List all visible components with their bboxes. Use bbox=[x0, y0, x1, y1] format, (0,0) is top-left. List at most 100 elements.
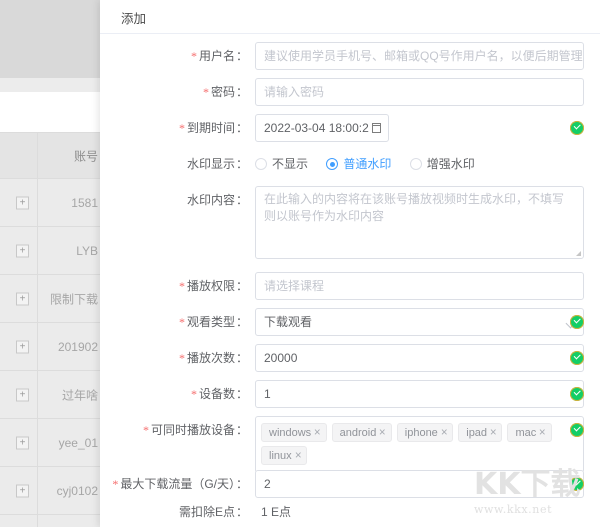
device-tag-label: windows bbox=[269, 427, 312, 439]
watermark-display-radio-group: 不显示 普通水印 增强水印 bbox=[255, 150, 490, 178]
device-tag[interactable]: mac × bbox=[507, 423, 552, 444]
column-divider bbox=[37, 323, 38, 370]
column-divider bbox=[37, 515, 38, 527]
page-top-overlay bbox=[0, 0, 100, 78]
close-icon[interactable]: × bbox=[314, 424, 321, 444]
valid-check-icon bbox=[570, 315, 584, 329]
watch-type-select[interactable]: 下载观看 bbox=[255, 308, 584, 336]
table-row[interactable]: + 过年啥 bbox=[0, 371, 100, 419]
account-value: LYB bbox=[76, 243, 98, 258]
column-divider bbox=[37, 227, 38, 274]
table-row[interactable]: + yee_01 bbox=[0, 419, 100, 467]
device-tag-label: mac bbox=[515, 427, 537, 439]
account-value: cyj0102 bbox=[56, 483, 98, 498]
device-tag[interactable]: android × bbox=[331, 423, 392, 444]
required-marker: * bbox=[112, 477, 119, 491]
device-tag-label: linux bbox=[269, 450, 292, 462]
dialog-body: * 用户名： 建议使用学员手机号、邮箱或QQ号作用户名，以便后期管理 * 密码： 请… bbox=[100, 34, 600, 527]
expire-time-value: 2022-03-04 18:00:2 bbox=[264, 121, 369, 135]
expand-row-icon[interactable]: + bbox=[16, 196, 29, 209]
resize-handle-icon[interactable] bbox=[576, 251, 581, 256]
username-input[interactable]: 建议使用学员手机号、邮箱或QQ号作用户名，以便后期管理 bbox=[255, 42, 584, 70]
table-header-row: 账号 bbox=[0, 133, 100, 179]
device-tag[interactable]: ipad × bbox=[458, 423, 503, 444]
required-marker: * bbox=[178, 121, 185, 135]
radio-normal-watermark[interactable]: 普通水印 bbox=[326, 150, 391, 178]
add-account-dialog: 添加 * 用户名： 建议使用学员手机号、邮箱或QQ号作用户名，以便后期管理 * 密码… bbox=[100, 0, 600, 527]
valid-check-icon bbox=[570, 477, 584, 491]
radio-no-watermark[interactable]: 不显示 bbox=[255, 150, 308, 178]
radio-dot bbox=[326, 158, 339, 170]
password-input-wrap: 请输入密码 bbox=[255, 78, 584, 106]
table-row[interactable]: + cyk102 bbox=[0, 515, 100, 527]
toolbar: 添加账号 批 bbox=[0, 92, 100, 218]
expire-time-input[interactable]: 2022-03-04 18:00:2 bbox=[255, 114, 389, 142]
expand-row-icon[interactable]: + bbox=[16, 292, 29, 305]
valid-check-icon bbox=[570, 121, 584, 135]
play-permission-select[interactable]: 请选择课程 bbox=[255, 272, 584, 300]
username-label: * 用户名： bbox=[190, 49, 248, 63]
device-tag-label: ipad bbox=[466, 427, 488, 439]
radio-enhanced-watermark[interactable]: 增强水印 bbox=[409, 150, 475, 178]
close-icon[interactable]: × bbox=[379, 424, 386, 444]
play-count-input[interactable]: 20000 bbox=[255, 344, 584, 372]
max-download-input-wrap: 2 bbox=[255, 470, 584, 498]
device-count-label: * 设备数： bbox=[190, 387, 248, 401]
required-marker: * bbox=[190, 387, 197, 401]
dialog-title: 添加 bbox=[121, 12, 147, 26]
close-icon[interactable]: × bbox=[294, 447, 301, 467]
expand-row-icon[interactable]: + bbox=[16, 484, 29, 497]
column-divider bbox=[37, 467, 38, 514]
column-divider bbox=[37, 275, 38, 322]
device-tag-label: android bbox=[339, 427, 377, 439]
deduct-points-value: 1 E点 bbox=[261, 505, 292, 519]
table-row[interactable]: + 201902 bbox=[0, 323, 100, 371]
accounts-table: 账号 + 1581 + LYB + 限制下载 + 201902 + 过年啥 + … bbox=[0, 132, 100, 527]
close-icon[interactable]: × bbox=[441, 424, 448, 444]
account-value: 过年啥 bbox=[61, 388, 98, 402]
device-tag[interactable]: windows × bbox=[261, 423, 327, 442]
radio-dot bbox=[255, 158, 267, 170]
valid-check-icon bbox=[570, 423, 584, 437]
dialog-header: 添加 bbox=[100, 0, 600, 34]
table-row[interactable]: + cyj0102 bbox=[0, 467, 100, 515]
calendar-icon[interactable] bbox=[372, 123, 381, 133]
close-icon[interactable]: × bbox=[539, 424, 546, 444]
watermark-display-label: 水印显示： bbox=[186, 157, 248, 171]
device-count-input[interactable]: 1 bbox=[255, 380, 584, 408]
device-count-input-wrap: 1 bbox=[255, 380, 584, 408]
username-input-wrap: 建议使用学员手机号、邮箱或QQ号作用户名，以便后期管理 bbox=[255, 42, 584, 70]
deduct-points-label: 需扣除E点： bbox=[178, 505, 248, 519]
max-download-label: * 最大下载流量（G/天）： bbox=[112, 477, 248, 491]
column-divider bbox=[37, 419, 38, 466]
watermark-content-label: 水印内容： bbox=[186, 193, 248, 207]
watermark-content-textarea[interactable]: 在此输入的内容将在该账号播放视频时生成水印，不填写则以账号作为水印内容 bbox=[255, 186, 584, 259]
play-permission-label: * 播放权限： bbox=[178, 279, 248, 293]
table-row[interactable]: + LYB bbox=[0, 227, 100, 275]
max-download-input[interactable]: 2 bbox=[255, 470, 584, 498]
expire-time-label: * 到期时间： bbox=[178, 121, 248, 135]
expand-row-icon[interactable]: + bbox=[16, 340, 29, 353]
column-divider bbox=[37, 371, 38, 418]
concurrent-devices-label: * 可同时播放设备： bbox=[142, 423, 248, 437]
account-value: 1581 bbox=[71, 195, 98, 210]
account-value: yee_01 bbox=[58, 435, 98, 450]
expand-row-icon[interactable]: + bbox=[16, 436, 29, 449]
play-permission-input-wrap: 请选择课程 bbox=[255, 272, 584, 300]
concurrent-devices-tag-input[interactable]: windows × android × iphone × ipad × mac ×linux × bbox=[255, 416, 584, 473]
device-tag[interactable]: iphone × bbox=[396, 423, 454, 444]
expand-row-icon[interactable]: + bbox=[16, 244, 29, 257]
table-row[interactable]: + 1581 bbox=[0, 179, 100, 227]
table-row[interactable]: + 限制下载 bbox=[0, 275, 100, 323]
expand-row-icon[interactable]: + bbox=[16, 388, 29, 401]
device-tag[interactable]: linux × bbox=[261, 446, 308, 467]
close-icon[interactable]: × bbox=[490, 424, 497, 444]
required-marker: * bbox=[202, 85, 209, 99]
account-value: 201902 bbox=[57, 339, 98, 354]
valid-check-icon bbox=[570, 351, 584, 365]
password-input[interactable]: 请输入密码 bbox=[255, 78, 584, 106]
device-tag-label: iphone bbox=[404, 427, 438, 439]
expire-time-input-wrap: 2022-03-04 18:00:2 bbox=[255, 114, 389, 142]
valid-check-icon bbox=[570, 387, 584, 401]
watch-type-label: * 观看类型： bbox=[178, 315, 248, 329]
